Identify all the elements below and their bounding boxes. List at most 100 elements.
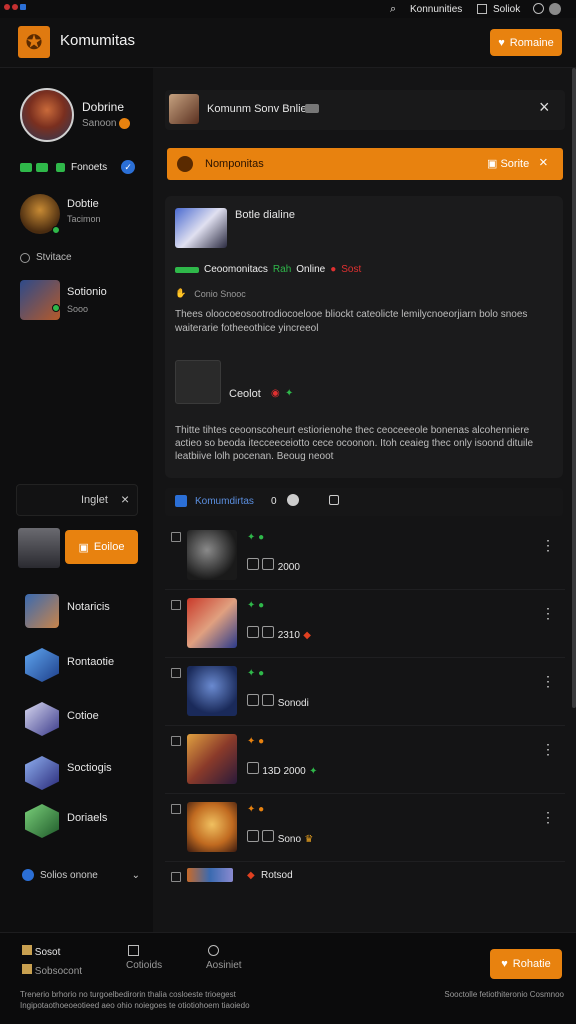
edit-icon (247, 694, 259, 706)
scrollbar[interactable] (572, 68, 576, 708)
header-action-button[interactable]: ♥ Romaine (490, 29, 562, 56)
panel-title-bar: Komunm Sonv Bnlie × (165, 90, 565, 130)
status-icon: ✦ ● (247, 600, 265, 611)
list-item[interactable]: ✦ ● Sono ♛ ⋮ (165, 794, 565, 862)
user-thumbnail[interactable] (18, 528, 60, 568)
search-value: Inglet (81, 494, 108, 506)
row-checkbox[interactable] (171, 532, 181, 542)
legal-links[interactable]: Sooctolle fetiothiteronio Cosmnoo (418, 989, 564, 1000)
profile-name: Dobrine (82, 100, 125, 114)
status-icon: ✦ ● (247, 668, 265, 679)
banner-logo-icon (177, 156, 193, 172)
row-checkbox[interactable] (171, 736, 181, 746)
channel-item-3[interactable]: Cotioe (67, 710, 99, 722)
footer-col-1: Sosot Sobsocont (22, 945, 82, 977)
grid-icon (128, 945, 139, 956)
list-item[interactable]: ✦ ● 13D 2000 ✦ ⋮ (165, 726, 565, 794)
clear-search-icon[interactable]: × (121, 491, 129, 507)
footer-col-3[interactable]: Aosiniet (206, 945, 242, 971)
list-header: Komumdirtas 0 (165, 488, 563, 516)
channel-item-5[interactable]: Doriaels (67, 812, 107, 824)
footer-link[interactable]: Sobsocont (22, 964, 82, 977)
media-grid-thumbnail[interactable] (175, 360, 221, 404)
user-avatar-icon[interactable] (549, 3, 561, 15)
close-icon[interactable]: × (539, 154, 548, 171)
item-thumbnail[interactable] (187, 666, 237, 716)
more-options-icon[interactable]: ⋮ (541, 742, 555, 756)
post-title: Botle dialine (235, 209, 295, 221)
window-indicator-icon (4, 4, 26, 10)
panel-title: Komunm Sonv Bnlie (207, 103, 307, 115)
tag-icon (247, 626, 259, 638)
channel-icon[interactable] (25, 594, 59, 628)
item-meta: Sono ♛ (247, 830, 313, 845)
friend-name[interactable]: Dobtie (67, 198, 99, 210)
row-checkbox[interactable] (171, 668, 181, 678)
app-logo[interactable]: ✪ (18, 26, 50, 58)
friends-filter[interactable]: Fonoets ✓ (20, 160, 136, 174)
doc-icon[interactable] (477, 4, 487, 14)
sidebar-cta-button[interactable]: ▣ Eoiloe (65, 530, 138, 564)
channel-icon[interactable] (25, 702, 59, 736)
channel-icon[interactable] (25, 648, 59, 682)
channel-item-2[interactable]: Rontaotie (67, 656, 114, 668)
row-checkbox[interactable] (171, 600, 181, 610)
profile-avatar[interactable] (20, 88, 74, 142)
channel-icon[interactable] (25, 756, 59, 790)
item-meta: Rotsod (261, 870, 293, 881)
close-icon[interactable]: × (539, 97, 550, 118)
app-header: ✪ Komumitas ♥ Romaine (0, 18, 576, 68)
more-options-icon[interactable]: ⋮ (541, 810, 555, 824)
post-body: Thees oloocoeosootrodiocoelooe bliockt c… (175, 309, 528, 334)
more-options-icon[interactable]: ⋮ (541, 538, 555, 552)
list-item[interactable]: ✦ ● 2310 ◆ ⋮ (165, 590, 565, 658)
row-checkbox[interactable] (171, 872, 181, 882)
settings-icon[interactable] (533, 3, 544, 14)
list-item[interactable]: ◆ Rotsod (165, 862, 565, 894)
item-thumbnail[interactable] (187, 802, 237, 852)
friend-name[interactable]: Sotionio (67, 286, 107, 298)
list-item[interactable]: ✦ ● 2000 ⋮ (165, 522, 565, 590)
legal-text: Trenerio brhorio no turgoelbedirorin tha… (20, 990, 250, 1010)
header-action-label: Romaine (509, 36, 554, 49)
more-options-icon[interactable]: ⋮ (541, 674, 555, 688)
sidebar-footer-select[interactable]: Solios onone ⌄ (22, 866, 140, 884)
row-checkbox[interactable] (171, 804, 181, 814)
top-nav-link[interactable]: Konnunities (410, 4, 462, 15)
refresh-icon[interactable] (329, 495, 339, 505)
item-thumbnail[interactable] (187, 598, 237, 648)
top-search-link[interactable]: Soliok (493, 4, 520, 15)
tag-icon (247, 558, 259, 570)
channel-icon[interactable] (25, 804, 59, 838)
channel-item-4[interactable]: Soctiogis (67, 762, 112, 774)
more-options-icon[interactable]: ⋮ (541, 606, 555, 620)
announcement-banner[interactable]: Nomponitas ▣ Sorite × (167, 148, 563, 180)
alert-icon: ◆ (247, 870, 255, 881)
item-thumbnail[interactable] (187, 734, 237, 784)
app-footer: Sosot Sobsocont Cotioids Aosiniet ♥ Roha… (0, 932, 576, 1024)
footer-link[interactable]: Sosot (22, 945, 82, 958)
list-header-label[interactable]: Komumdirtas (195, 496, 254, 507)
panel-thumbnail (169, 94, 199, 124)
footer-col-2[interactable]: Cotioids (126, 945, 162, 971)
mini-thumbnails[interactable] (187, 868, 233, 882)
reaction-icon: ✋ (175, 288, 187, 298)
friend-avatar[interactable] (20, 280, 60, 320)
reaction-icon[interactable] (287, 494, 299, 506)
leaf-icon: ✦ (285, 388, 294, 399)
banner-action[interactable]: ▣ Sorite (487, 157, 529, 170)
channel-item-1[interactable]: Notaricis (67, 601, 110, 613)
post-thumbnail[interactable] (175, 208, 227, 248)
list-item[interactable]: ✦ ● Sonodi ⋮ (165, 658, 565, 726)
online-toggle-icon (36, 162, 48, 172)
gamepad-icon: ▣ (78, 541, 89, 554)
item-thumbnail[interactable] (187, 530, 237, 580)
footer-action-button[interactable]: ♥ Rohatie (490, 949, 562, 979)
info-icon (208, 945, 219, 956)
tag-icon (262, 558, 275, 570)
item-meta: 2310 ◆ (247, 626, 311, 641)
online-status-icon (52, 226, 60, 234)
search-icon[interactable]: ⌕ (390, 3, 396, 16)
app-title: Komumitas (60, 32, 136, 49)
sidebar-search-input[interactable]: Inglet × (16, 484, 138, 516)
